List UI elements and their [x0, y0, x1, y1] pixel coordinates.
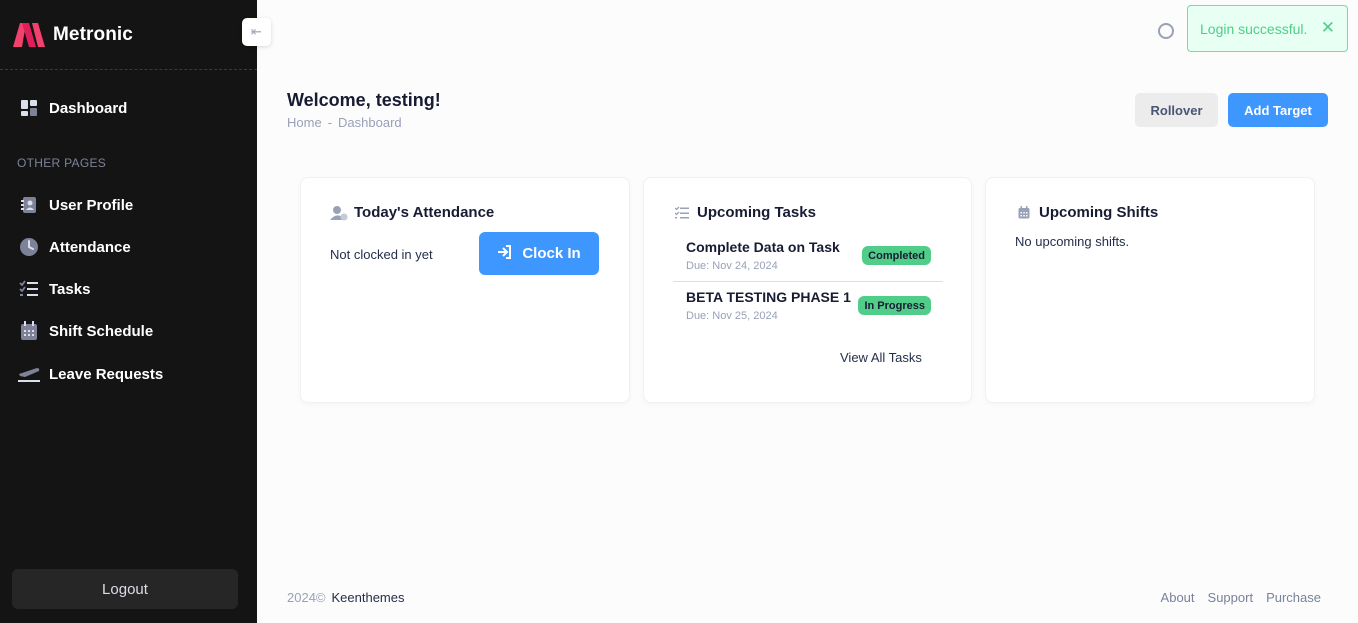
task-item[interactable]: BETA TESTING PHASE 1 Due: Nov 25, 2024 I…	[673, 289, 943, 335]
page-title: Welcome, testing!	[287, 90, 441, 110]
shifts-empty-text: No upcoming shifts.	[1015, 234, 1130, 249]
logout-button[interactable]: Logout	[12, 569, 238, 609]
footer-copyright: 2024© Keenthemes	[287, 590, 405, 605]
footer-company-link[interactable]: Keenthemes	[332, 590, 405, 605]
breadcrumb-separator: -	[327, 115, 333, 130]
sidebar-item-dashboard[interactable]: Dashboard	[0, 91, 257, 125]
sidebar-section-label: OTHER PAGES	[17, 156, 107, 170]
toast-notification: Login successful. ✕	[1187, 5, 1348, 52]
sidebar-item-shift-schedule[interactable]: Shift Schedule	[0, 314, 257, 348]
task-item[interactable]: Complete Data on Task Due: Nov 24, 2024 …	[673, 239, 943, 285]
sidebar-item-label: Dashboard	[49, 99, 128, 117]
calendar-icon	[1015, 205, 1033, 221]
arrow-left-icon: ⇤	[251, 24, 262, 39]
status-badge: In Progress	[858, 296, 931, 315]
tasks-card: Upcoming Tasks Complete Data on Task Due…	[643, 177, 972, 403]
sidebar-item-label: Shift Schedule	[49, 322, 154, 340]
task-due-date: Due: Nov 24, 2024	[686, 260, 778, 272]
clock-in-label: Clock In	[522, 245, 581, 262]
task-name: BETA TESTING PHASE 1	[686, 289, 851, 305]
shifts-card: Upcoming Shifts No upcoming shifts.	[985, 177, 1315, 403]
clock-icon	[16, 236, 42, 258]
sign-in-icon	[497, 244, 512, 263]
metronic-logo-icon	[13, 22, 45, 47]
footer-link-purchase[interactable]: Purchase	[1266, 590, 1321, 605]
shifts-title-text: Upcoming Shifts	[1039, 204, 1159, 221]
task-list-icon	[673, 205, 691, 221]
sidebar: Metronic Dashboard OTHER PAGES User Prof…	[0, 0, 257, 623]
sidebar-item-user-profile[interactable]: User Profile	[0, 188, 257, 222]
footer-links: About Support Purchase	[1161, 590, 1321, 605]
user-profile-icon	[16, 194, 42, 216]
shifts-card-title: Upcoming Shifts	[1015, 204, 1158, 221]
task-due-date: Due: Nov 25, 2024	[686, 310, 778, 322]
calendar-icon	[16, 320, 42, 342]
breadcrumb: Home - Dashboard	[287, 115, 402, 130]
tasks-title-text: Upcoming Tasks	[697, 204, 816, 221]
footer-link-support[interactable]: Support	[1208, 590, 1254, 605]
brand-name: Metronic	[53, 23, 133, 45]
attendance-status: Not clocked in yet	[330, 247, 433, 262]
task-name: Complete Data on Task	[686, 239, 840, 255]
sidebar-item-label: User Profile	[49, 196, 134, 214]
dashboard-icon	[16, 97, 42, 119]
attendance-card: Today's Attendance Not clocked in yet Cl…	[300, 177, 630, 403]
sidebar-item-label: Tasks	[49, 280, 91, 298]
sidebar-item-label: Attendance	[49, 238, 131, 256]
sidebar-item-attendance[interactable]: Attendance	[0, 230, 257, 264]
sidebar-item-label: Leave Requests	[49, 365, 164, 383]
sidebar-item-leave-requests[interactable]: Leave Requests	[0, 357, 257, 391]
attendance-title-text: Today's Attendance	[354, 204, 495, 221]
close-icon[interactable]: ✕	[1321, 18, 1335, 38]
sidebar-toggle-button[interactable]: ⇤	[242, 18, 271, 46]
add-target-button[interactable]: Add Target	[1228, 93, 1328, 127]
footer-link-about[interactable]: About	[1161, 590, 1195, 605]
attendance-card-title: Today's Attendance	[330, 204, 494, 221]
rollover-button[interactable]: Rollover	[1135, 93, 1218, 127]
sidebar-item-tasks[interactable]: Tasks	[0, 272, 257, 306]
user-clock-icon	[330, 205, 348, 221]
clock-in-button[interactable]: Clock In	[479, 232, 599, 275]
tasks-card-title: Upcoming Tasks	[673, 204, 816, 221]
loading-spinner-icon	[1158, 23, 1174, 39]
task-divider	[673, 281, 943, 282]
footer-year: 2024©	[287, 590, 326, 605]
toast-message: Login successful.	[1200, 20, 1308, 37]
status-badge: Completed	[862, 246, 931, 265]
plane-icon	[16, 363, 42, 385]
task-list-icon	[16, 278, 42, 300]
brand[interactable]: Metronic	[0, 0, 257, 70]
breadcrumb-home[interactable]: Home	[287, 115, 322, 130]
breadcrumb-current: Dashboard	[338, 115, 402, 130]
view-all-tasks-link[interactable]: View All Tasks	[840, 350, 922, 365]
